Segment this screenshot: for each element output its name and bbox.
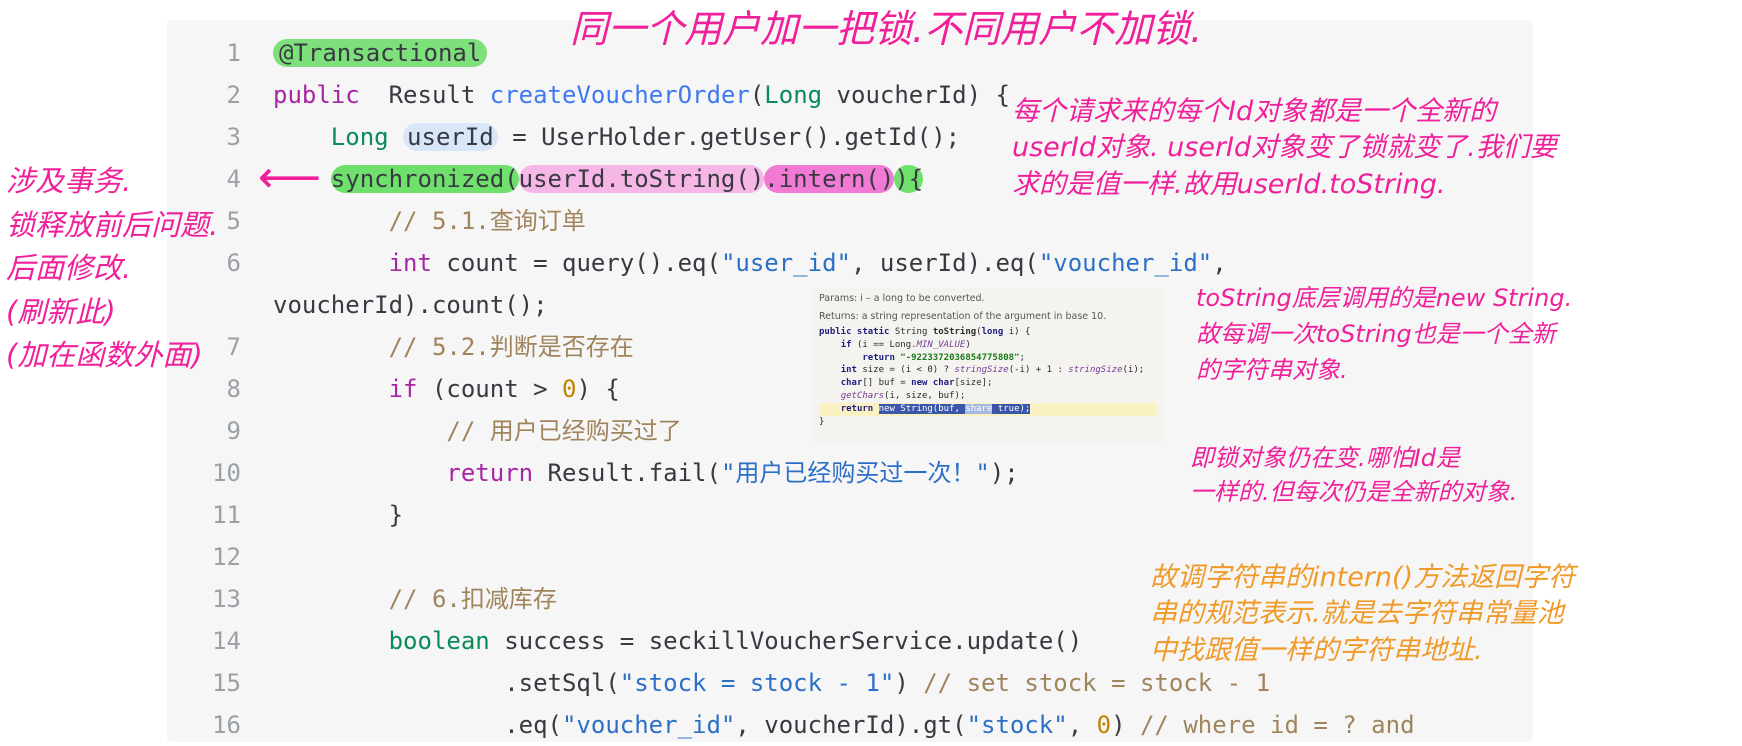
code-token: userId [403, 123, 498, 151]
code-token: // set stock = stock - 1 [923, 669, 1271, 697]
line-number: 1 [226, 39, 241, 67]
code-token: voucherId) { [822, 81, 1010, 109]
code-token: Result.fail( [533, 459, 721, 487]
code-token: if [388, 375, 418, 403]
code-token: , voucherId).gt( [735, 711, 967, 739]
note-right-3: 即锁对象仍在变.哪怕Id是 一样的.但每次仍是全新的对象. [1190, 444, 1518, 506]
code-token: , userId).eq( [850, 249, 1039, 277]
line-number: 9 [226, 417, 241, 445]
code-token: "voucher_id" [1038, 249, 1213, 277]
code-token: "stock" [966, 711, 1068, 739]
code-token: , [1067, 711, 1097, 739]
line-number: 10 [212, 459, 241, 487]
code-token: "user_id" [720, 249, 851, 277]
code-text: .eq("voucher_id", voucherId).gt("stock",… [273, 704, 1415, 746]
code-text: // 5.1.查询订单 [273, 200, 586, 242]
code-token: int [388, 249, 432, 277]
note-left: 涉及事务. 锁释放前后问题. 后面修改. (刷新此) (加在函数外面) [6, 164, 219, 372]
line-number: 16 [212, 711, 241, 739]
code-token: createVoucherOrder [489, 81, 750, 109]
code-token: ( [749, 81, 765, 109]
code-token: "stock = stock - 1" [619, 669, 895, 697]
code-token: } [273, 501, 404, 529]
code-text: } [273, 494, 403, 536]
code-token: Result [359, 81, 490, 109]
code-token: ) { [576, 375, 620, 403]
code-token: Long [330, 123, 389, 151]
note-right-4: 故调字符串的intern()方法返回字符 串的规范表示.就是去字符串常量池 中找… [1150, 562, 1576, 666]
code-text: public Result createVoucherOrder(Long vo… [273, 74, 1010, 116]
code-text: int count = query().eq("user_id", userId… [273, 242, 1227, 284]
code-text: voucherId).count(); [273, 284, 548, 326]
line-number: 2 [226, 81, 241, 109]
code-token: // 6.扣减库存 [388, 585, 557, 613]
code-token: ) [1111, 711, 1140, 739]
line-number: 14 [212, 627, 241, 655]
code-token: 0 [562, 375, 577, 403]
javadoc-inset-screenshot: Params: i – a long to be converted. Retu… [813, 288, 1163, 442]
line-number: 12 [212, 543, 241, 571]
javadoc-returns: Returns: a string representation of the … [819, 311, 1107, 322]
line-number: 15 [212, 669, 241, 697]
code-token: Long [764, 81, 823, 109]
code-text: // 6.扣减库存 [273, 578, 557, 620]
code-text: // 5.2.判断是否存在 [273, 326, 634, 368]
line-number: 3 [226, 123, 241, 151]
code-token: return [446, 459, 534, 487]
code-text: boolean success = seckillVoucherService.… [273, 620, 1083, 662]
line-number: 13 [212, 585, 241, 613]
code-token: // 用户已经购买过了 [446, 417, 682, 445]
code-text: .setSql("stock = stock - 1") // set stoc… [273, 662, 1270, 704]
note-top: 同一个用户加一把锁.不同用户不加锁. [570, 7, 1203, 51]
code-token: ); [989, 459, 1019, 487]
code-text: @Transactional [273, 32, 488, 74]
arrow-icon: ⟵ [258, 152, 322, 203]
code-token: .eq( [273, 711, 562, 739]
code-token: = UserHolder.getUser().getId(); [497, 123, 961, 151]
code-token: (count > [417, 375, 562, 403]
code-token: "用户已经购买过一次！" [720, 459, 990, 487]
code-token: boolean [388, 627, 490, 655]
code-text: Long userId = UserHolder.getUser().getId… [273, 116, 960, 158]
code-token: .setSql( [273, 669, 620, 697]
code-token: // 5.1.查询订单 [388, 207, 586, 235]
code-text: return Result.fail("用户已经购买过一次！"); [273, 452, 1019, 494]
code-token: // 5.2.判断是否存在 [388, 333, 634, 361]
code-token: ) [894, 669, 924, 697]
code-text: // 用户已经购买过了 [273, 410, 682, 452]
tostring-source-snippet: public static String toString(long i) { … [813, 324, 1163, 430]
line-number: 11 [212, 501, 241, 529]
note-right-1: 每个请求来的每个Id对象都是一个全新的 userId对象. userId对象变了… [1012, 96, 1557, 200]
code-token: count = query().eq( [431, 249, 721, 277]
note-right-2: toString底层调用的是new String. 故每调一次toString也… [1196, 284, 1573, 384]
code-token: @Transactional [273, 39, 488, 67]
code-token: "voucher_id" [561, 711, 736, 739]
code-token: , [1212, 249, 1227, 277]
code-token: // where id = ? and [1139, 711, 1415, 739]
code-text: synchronized(userId.toString().intern())… [273, 158, 924, 200]
code-token: 0 [1096, 711, 1112, 739]
code-token: ){ [894, 165, 924, 193]
code-token: public [273, 81, 360, 109]
code-token: userId.toString() [518, 165, 765, 193]
code-text: if (count > 0) { [273, 368, 620, 410]
code-token: success = seckillVoucherService.update() [489, 627, 1083, 655]
javadoc-params: Params: i – a long to be converted. [819, 293, 985, 304]
code-token: synchronized( [330, 165, 519, 193]
code-token: .intern() [764, 165, 895, 193]
code-token: voucherId).count(); [273, 291, 548, 319]
